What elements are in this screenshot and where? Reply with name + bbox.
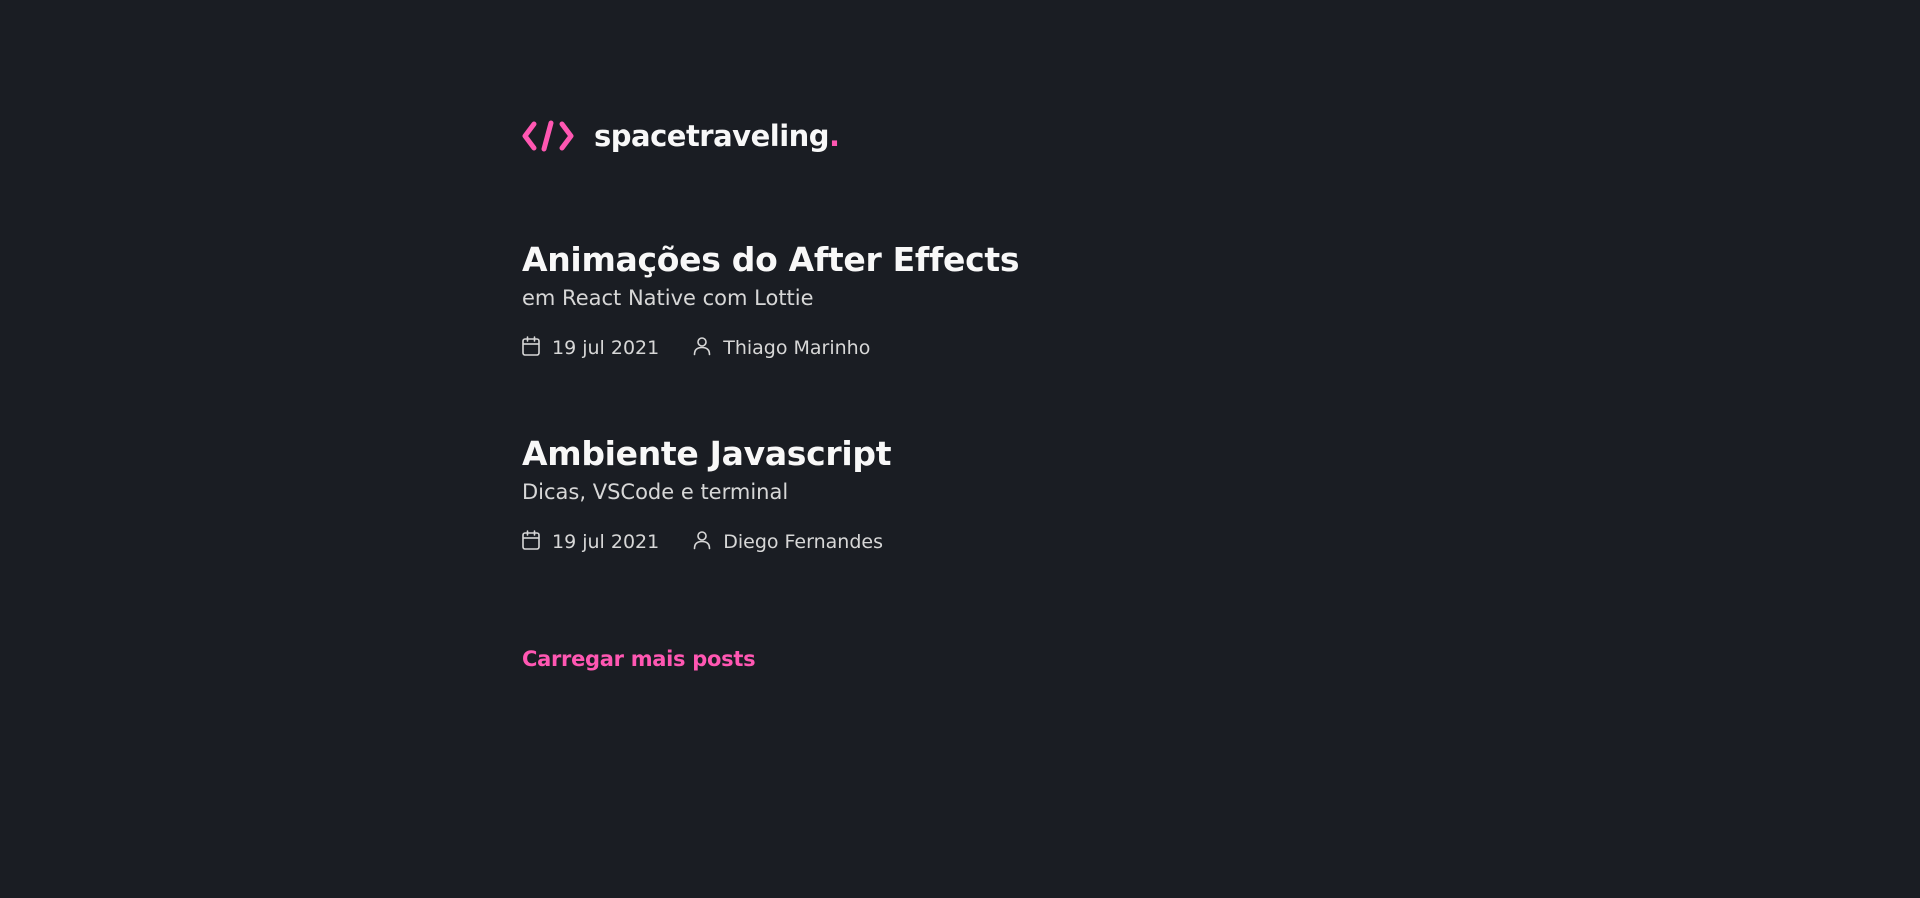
post-author-text: Thiago Marinho <box>723 337 871 359</box>
code-brackets-icon <box>522 119 574 153</box>
user-icon <box>693 531 723 550</box>
post-author-text: Diego Fernandes <box>723 531 883 553</box>
post-subtitle: em React Native com Lottie <box>522 286 814 310</box>
post-subtitle: Dicas, VSCode e terminal <box>522 480 789 504</box>
post-date: 19 jul 2021 <box>522 336 659 360</box>
logo-dot: . <box>829 119 840 153</box>
post-author: Thiago Marinho <box>693 336 870 360</box>
post-info: 19 jul 2021 Diego Fernandes <box>522 530 1522 554</box>
post-title[interactable]: Animações do After Effects <box>522 240 1522 280</box>
post-info: 19 jul 2021 Thiago Marinho <box>522 336 1522 360</box>
logo-name: spacetraveling <box>594 119 830 153</box>
logo-text: spacetraveling. <box>594 119 840 153</box>
post-date-text: 19 jul 2021 <box>552 337 660 359</box>
calendar-icon <box>522 336 552 356</box>
post-item[interactable]: Ambiente Javascript Dicas, VSCode e term… <box>522 434 1522 554</box>
post-item[interactable]: Animações do After Effects em React Nati… <box>522 240 1522 360</box>
user-icon <box>693 337 723 356</box>
post-date: 19 jul 2021 <box>522 530 659 554</box>
post-title[interactable]: Ambiente Javascript <box>522 434 1522 474</box>
logo-link[interactable]: spacetraveling. <box>522 116 840 156</box>
post-author: Diego Fernandes <box>693 530 883 554</box>
load-more-button[interactable]: Carregar mais posts <box>522 647 756 671</box>
post-date-text: 19 jul 2021 <box>552 531 660 553</box>
calendar-icon <box>522 530 552 550</box>
